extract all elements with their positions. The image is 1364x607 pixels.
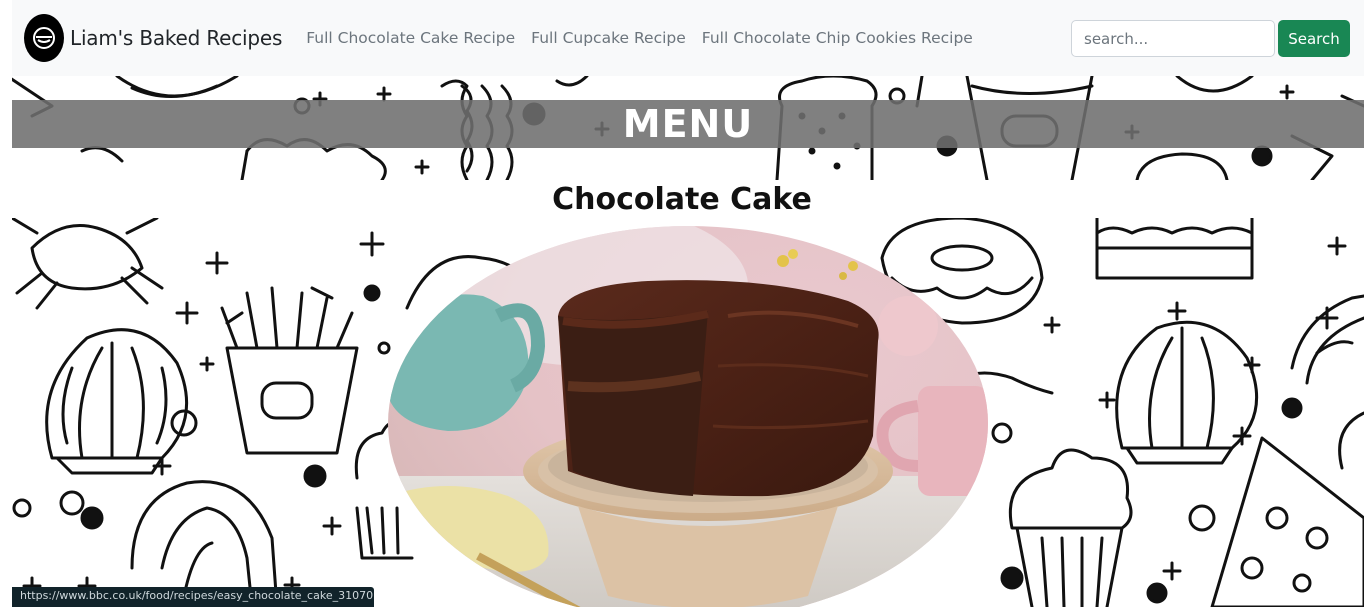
top-navbar: Liam's Baked Recipes Full Chocolate Cake…: [12, 0, 1364, 76]
chocolate-cake-image[interactable]: [388, 226, 988, 607]
status-bar-url: https://www.bbc.co.uk/food/recipes/easy_…: [12, 587, 374, 607]
search-form: Search: [1071, 20, 1350, 57]
section-title: Chocolate Cake: [552, 182, 812, 217]
nav-links: Full Chocolate Cake Recipe Full Cupcake …: [306, 29, 989, 47]
menu-title: MENU: [622, 102, 754, 146]
left-gutter: [0, 0, 12, 607]
nav-link-cupcake[interactable]: Full Cupcake Recipe: [531, 29, 686, 47]
search-button[interactable]: Search: [1278, 20, 1350, 57]
nav-link-chocolate-cake[interactable]: Full Chocolate Cake Recipe: [306, 29, 515, 47]
menu-banner: MENU: [12, 100, 1364, 148]
search-input[interactable]: [1071, 20, 1275, 57]
logo-icon: [24, 14, 64, 62]
brand-link[interactable]: Liam's Baked Recipes: [24, 14, 282, 62]
brand-name: Liam's Baked Recipes: [70, 26, 283, 50]
nav-link-cookies[interactable]: Full Chocolate Chip Cookies Recipe: [702, 29, 973, 47]
